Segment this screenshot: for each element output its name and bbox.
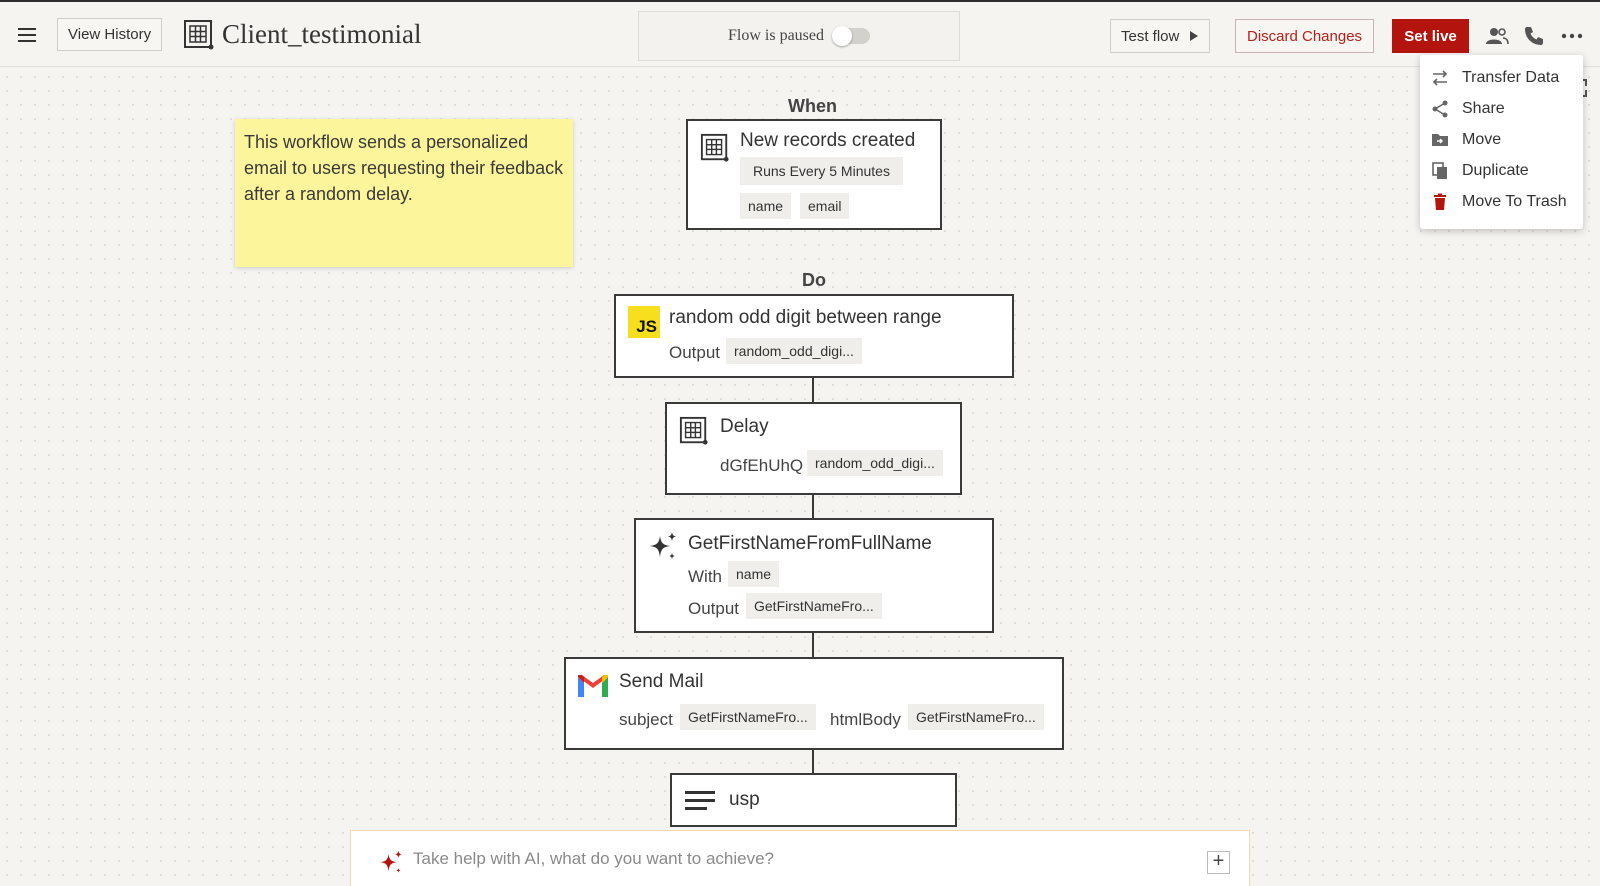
menu-item-label: Transfer Data: [1462, 69, 1560, 86]
menu-item-label: Move: [1462, 131, 1502, 148]
js-output-chip: random_odd_digi...: [726, 338, 862, 364]
table-delay-icon: [679, 416, 708, 445]
do-label: Do: [802, 270, 826, 290]
flow-connector: [812, 750, 814, 774]
table-flow-icon: [184, 20, 214, 50]
trigger-title: New records created: [740, 130, 916, 151]
menu-item-label: Move To Trash: [1462, 193, 1567, 210]
flow-connector: [812, 378, 814, 402]
delay-param-chip: random_odd_digi...: [807, 450, 943, 476]
flow-connector: [812, 495, 814, 519]
top-bar: View History Client_testimonial Flow is …: [0, 0, 1600, 67]
usp-step-title: usp: [729, 789, 760, 810]
javascript-icon: JS: [628, 306, 660, 338]
menu-item-label: Duplicate: [1462, 162, 1529, 179]
subject-chip: GetFirstNameFro...: [680, 704, 816, 730]
usp-step-node[interactable]: usp: [670, 773, 957, 827]
send-mail-step-node[interactable]: Send Mail subject GetFirstNameFro... htm…: [564, 657, 1064, 750]
text-lines-icon: [685, 791, 715, 810]
field-chip-name: name: [740, 193, 792, 219]
send-mail-title: Send Mail: [619, 671, 704, 692]
play-icon: [1190, 31, 1199, 41]
getfirstname-with-chip: name: [728, 561, 780, 587]
getfirstname-step-title: GetFirstNameFromFullName: [688, 533, 932, 554]
subject-label: subject: [619, 710, 673, 729]
trash-icon: [1434, 193, 1446, 210]
flow-connector: [812, 633, 814, 657]
flow-status-label: Flow is paused: [728, 27, 824, 44]
view-history-button[interactable]: View History: [57, 18, 163, 51]
delay-step-node[interactable]: Delay dGfEhUhQ random_odd_digi...: [665, 402, 962, 495]
ai-sparkle-icon: [650, 532, 676, 559]
hamburger-menu-icon[interactable]: [16, 24, 40, 46]
schedule-chip: Runs Every 5 Minutes: [740, 157, 903, 185]
htmlbody-label: htmlBody: [830, 710, 901, 729]
flow-pause-toggle[interactable]: [832, 26, 870, 46]
htmlbody-chip: GetFirstNameFro...: [908, 704, 1044, 730]
js-step-title: random odd digit between range: [669, 307, 942, 328]
transfer-icon: [1432, 70, 1448, 86]
discard-changes-button[interactable]: Discard Changes: [1235, 19, 1375, 53]
add-step-button[interactable]: +: [1207, 851, 1230, 874]
menu-item-label: Share: [1462, 100, 1505, 117]
trigger-node[interactable]: New records created Runs Every 5 Minutes…: [686, 119, 942, 230]
menu-item-transfer-data[interactable]: Transfer Data: [1430, 65, 1559, 91]
folder-move-icon: [1432, 134, 1448, 146]
getfirstname-output-chip: GetFirstNameFro...: [746, 593, 882, 619]
sticky-note[interactable]: This workflow sends a personalized email…: [235, 119, 573, 267]
ai-assist-bar: +: [350, 830, 1250, 886]
field-chip-email: email: [800, 193, 850, 219]
when-label: When: [788, 96, 837, 116]
set-live-button[interactable]: Set live: [1392, 19, 1469, 53]
getfirstname-with-label: With: [688, 567, 722, 586]
js-step-node[interactable]: JS random odd digit between range Output…: [614, 294, 1014, 378]
flow-title: Client_testimonial: [222, 19, 422, 49]
share-icon: [1432, 100, 1448, 118]
more-options-menu: Transfer Data Share Move Duplicate Move …: [1420, 55, 1583, 229]
delay-step-title: Delay: [720, 416, 769, 437]
test-flow-label: Test flow: [1121, 27, 1180, 45]
users-icon[interactable]: [1485, 24, 1509, 48]
menu-item-duplicate[interactable]: Duplicate: [1430, 158, 1529, 184]
more-options-icon[interactable]: [1560, 24, 1584, 48]
gmail-icon: [578, 675, 608, 697]
delay-param-label: dGfEhUhQ: [720, 456, 804, 475]
menu-item-move-to-trash[interactable]: Move To Trash: [1430, 189, 1567, 215]
menu-item-move[interactable]: Move: [1430, 127, 1501, 153]
flow-status-box: Flow is paused: [638, 11, 960, 61]
table-trigger-icon: [700, 133, 729, 162]
duplicate-icon: [1432, 162, 1447, 179]
phone-icon[interactable]: [1522, 24, 1546, 48]
getfirstname-step-node[interactable]: GetFirstNameFromFullName With name Outpu…: [634, 518, 994, 633]
ai-sparkle-icon: [380, 850, 402, 873]
menu-item-share[interactable]: Share: [1430, 96, 1505, 122]
ai-prompt-input[interactable]: [413, 849, 1173, 869]
test-flow-button[interactable]: Test flow: [1110, 19, 1211, 53]
js-output-label: Output: [669, 343, 721, 362]
getfirstname-output-label: Output: [688, 599, 740, 618]
